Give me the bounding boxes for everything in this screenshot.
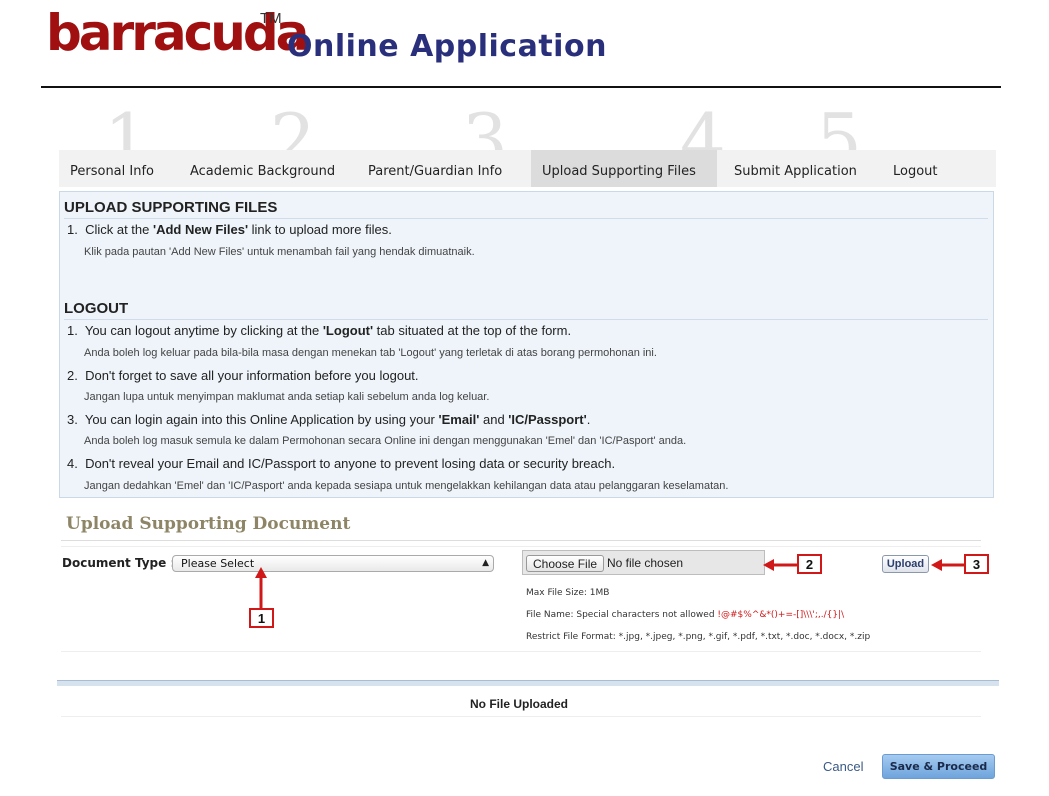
callout-label-1: 1: [249, 608, 274, 628]
callout-label-3: 3: [964, 554, 989, 574]
uploaded-files-table-header: [57, 680, 999, 686]
cancel-link[interactable]: Cancel: [823, 759, 863, 774]
callout-arrow-1: [255, 567, 267, 608]
save-and-proceed-button[interactable]: Save & Proceed: [882, 754, 995, 779]
callout-label-2: 2: [797, 554, 822, 574]
callout-arrows: [255, 559, 965, 608]
callout-arrow-2: [763, 559, 797, 571]
uploaded-files-table-border: [61, 716, 981, 717]
no-file-uploaded-message: No File Uploaded: [470, 697, 569, 711]
callout-arrow-3: [931, 559, 965, 571]
